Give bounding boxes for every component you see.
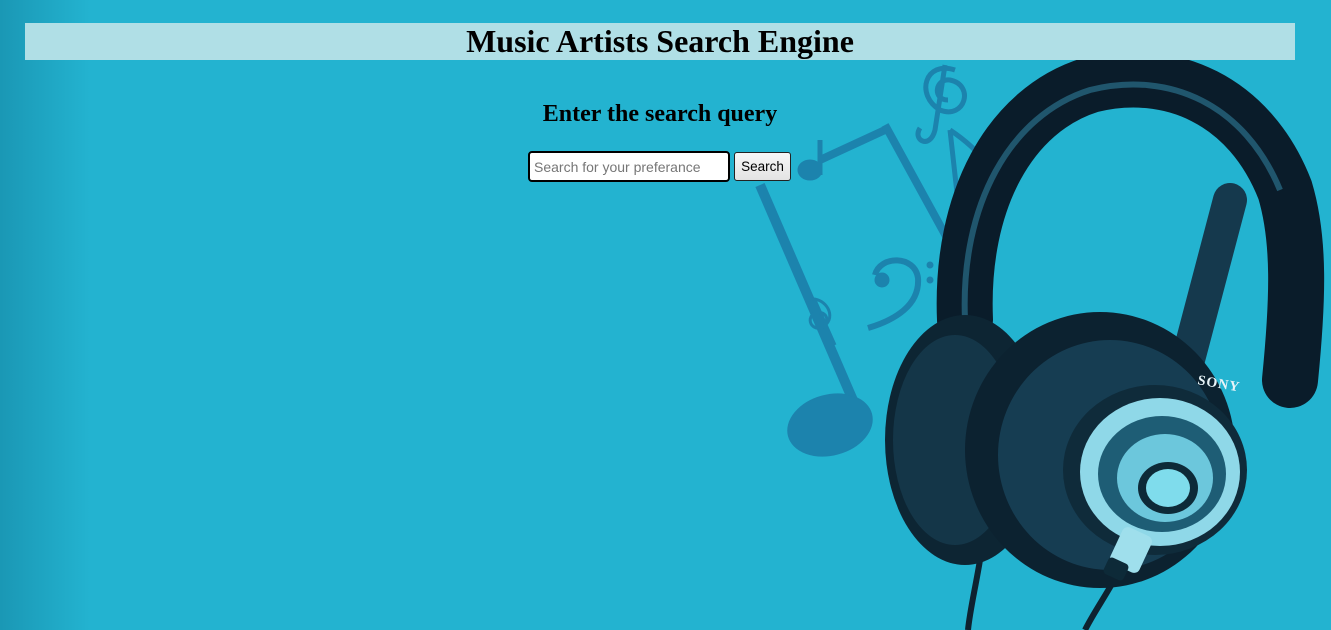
brand-logo: SONY [1196,375,1241,395]
headphones-illustration [885,51,1325,630]
brand-logo-text: SONY [1196,375,1241,395]
search-button[interactable]: Search [734,152,791,181]
search-form: Search [528,151,791,182]
page-title: Music Artists Search Engine [466,23,854,59]
search-heading: Enter the search query [542,101,778,127]
search-input[interactable] [528,151,730,182]
background-shade [0,0,90,630]
background-music-illustration [755,51,1325,630]
header-bar: Music Artists Search Engine [25,23,1295,60]
